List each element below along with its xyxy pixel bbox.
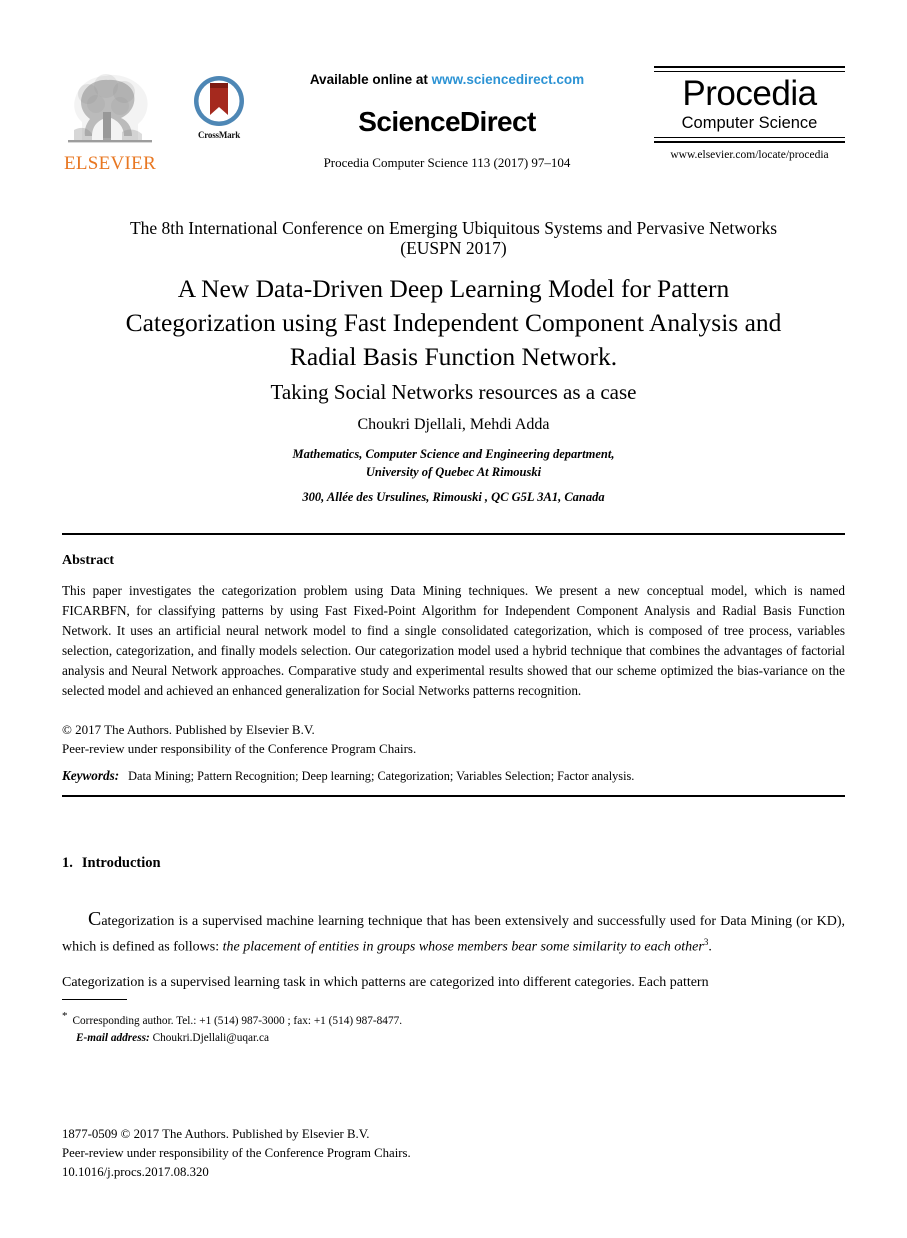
- abstract-copyright: © 2017 The Authors. Published by Elsevie…: [62, 721, 845, 759]
- intro-definition-italic: the placement of entities in groups whos…: [222, 939, 704, 955]
- footnote-email-value[interactable]: Choukri.Djellali@uqar.ca: [153, 1032, 269, 1044]
- section-title: Introduction: [81, 855, 161, 871]
- crossmark-icon: [194, 76, 244, 126]
- conference-title: The 8th International Conference on Emer…: [62, 218, 845, 259]
- title-line-2: Categorization using Fast Independent Co…: [125, 307, 782, 337]
- conference-line-2: (EUSPN 2017): [400, 238, 507, 259]
- intro-dropcap: C: [88, 908, 102, 930]
- procedia-bottom-rule: [654, 137, 845, 143]
- keywords: Keywords: Data Mining; Pattern Recognitio…: [62, 768, 845, 784]
- available-prefix: Available online at: [309, 72, 432, 87]
- intro-text-end: .: [708, 939, 712, 955]
- intro-paragraph-2: Categorization is a supervised learning …: [62, 975, 709, 990]
- elsevier-wordmark: ELSEVIER: [63, 153, 157, 174]
- footnote-corresponding-author: Corresponding author. Tel.: +1 (514) 987…: [72, 1014, 403, 1027]
- footnote-separator-rule: [62, 999, 127, 1000]
- page-title: A New Data-Driven Deep Learning Model fo…: [62, 272, 845, 406]
- abstract-body: This paper investigates the categorizati…: [62, 583, 845, 699]
- available-online-line: Available online at www.sciencedirect.co…: [252, 72, 642, 87]
- abstract-top-rule: [62, 533, 845, 535]
- section-number: 1.: [62, 855, 73, 871]
- journal-reference: Procedia Computer Science 113 (2017) 97–…: [323, 155, 571, 170]
- crossmark-label: CrossMark: [197, 130, 241, 140]
- keywords-bottom-rule: [62, 795, 845, 797]
- procedia-url[interactable]: www.elsevier.com/locate/procedia: [654, 149, 845, 161]
- title-line-3: Radial Basis Function Network.: [289, 341, 618, 371]
- intro-paragraph-1: Categorization is a supervised machine l…: [62, 904, 845, 959]
- journal-header: ELSEVIER CrossMark Available online at w…: [62, 62, 845, 197]
- procedia-logo-box: Procedia Computer Science www.elsevier.c…: [654, 66, 845, 161]
- affiliation-block: Mathematics, Computer Science and Engine…: [62, 446, 845, 506]
- sciencedirect-wordmark: ScienceDirect: [358, 106, 536, 137]
- section-heading-introduction: 1. Introduction: [62, 855, 161, 872]
- copyright-line-2: Peer-review under responsibility of the …: [62, 740, 417, 756]
- title-line-4: Taking Social Networks resources as a ca…: [270, 379, 637, 404]
- footnote-email-label: E-mail address:: [76, 1032, 150, 1045]
- footnote-marker: *: [62, 1010, 68, 1022]
- affiliation-line-2: University of Quebec At Rimouski: [365, 464, 542, 479]
- crossmark-badge[interactable]: CrossMark: [180, 74, 258, 140]
- sciencedirect-block: Available online at www.sciencedirect.co…: [252, 72, 642, 171]
- elsevier-logo: ELSEVIER: [62, 68, 158, 180]
- elsevier-tree-icon: [68, 74, 152, 143]
- abstract-heading: Abstract: [62, 553, 115, 568]
- footer-issn-line: 1877-0509 © 2017 The Authors. Published …: [62, 1127, 370, 1141]
- copyright-line-1: © 2017 The Authors. Published by Elsevie…: [62, 722, 315, 737]
- footnote-email-line: E-mail address: Choukri.Djellali@uqar.ca: [76, 1030, 662, 1048]
- sciencedirect-url[interactable]: www.sciencedirect.com: [432, 72, 585, 87]
- footnote-block: * Corresponding author. Tel.: +1 (514) 98…: [62, 1008, 662, 1048]
- keywords-label: Keywords:: [62, 768, 120, 783]
- publisher-footer: 1877-0509 © 2017 The Authors. Published …: [62, 1125, 845, 1183]
- footer-doi: 10.1016/j.procs.2017.08.320: [62, 1165, 209, 1180]
- procedia-title: Procedia: [682, 73, 817, 113]
- affiliation-address: 300, Allée des Ursulines, Rimouski , QC …: [302, 489, 605, 504]
- paper-page: ELSEVIER CrossMark Available online at w…: [0, 0, 907, 1238]
- keywords-value: Data Mining; Pattern Recognition; Deep l…: [128, 769, 635, 783]
- affiliation-line-1: Mathematics, Computer Science and Engine…: [292, 447, 615, 461]
- procedia-inner: Procedia Computer Science: [654, 72, 845, 138]
- footer-peer-review-line: Peer-review under responsibility of the …: [62, 1146, 411, 1161]
- procedia-subtitle: Computer Science: [681, 114, 818, 133]
- conference-line-1: The 8th International Conference on Emer…: [129, 218, 778, 238]
- author-list: Choukri Djellali, Mehdi Adda: [357, 416, 550, 433]
- title-line-1: A New Data-Driven Deep Learning Model fo…: [177, 274, 730, 303]
